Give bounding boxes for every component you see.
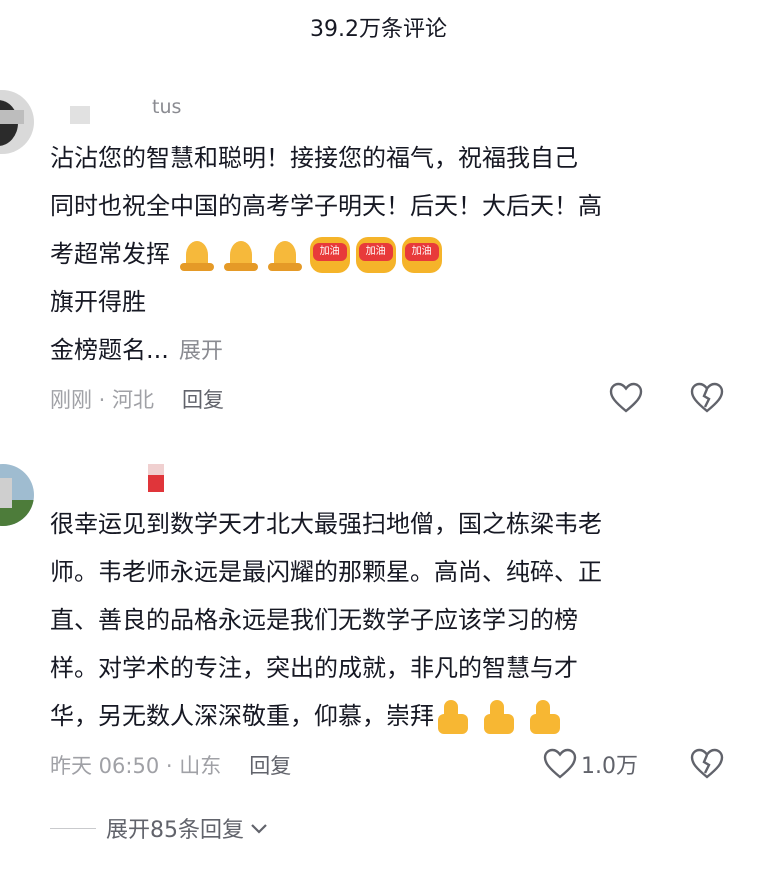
comment-line: 华，另无数人深深敬重，仰慕，崇拜 xyxy=(50,692,730,740)
avatar[interactable] xyxy=(0,90,34,154)
comment-text: 沾沾您的智慧和聪明！接接您的福气，祝福我自己 同时也祝全中国的高考学子明天！后天… xyxy=(50,134,730,376)
heart-outline-icon[interactable] xyxy=(609,382,643,414)
jiayou-emoji-icon: 加油 xyxy=(355,237,396,273)
comment-time-location: 昨天 06:50 · 山东 xyxy=(50,754,222,778)
expand-replies-label: 展开85条回复 xyxy=(106,818,244,843)
reply-button[interactable]: 回复 xyxy=(249,754,291,778)
comment-line-text: 金榜题名... xyxy=(50,336,169,364)
comment-line: 旗开得胜 xyxy=(50,288,146,316)
comment-line: 金榜题名... 展开 xyxy=(50,326,730,376)
thumbs-up-emoji-icon xyxy=(526,698,566,736)
username-redacted xyxy=(148,464,164,492)
pray-emoji-icon xyxy=(222,237,260,273)
broken-heart-icon[interactable] xyxy=(690,382,724,414)
thumbs-up-emoji-icon xyxy=(480,698,520,736)
comment-time-location: 刚刚 · 河北 xyxy=(50,388,155,412)
like-count: 1.0万 xyxy=(581,754,638,779)
username[interactable]: tus xyxy=(152,96,181,118)
jiayou-emoji-icon: 加油 xyxy=(309,237,350,273)
broken-heart-icon[interactable] xyxy=(690,748,724,780)
comment-meta: 昨天 06:50 · 山东 回复 xyxy=(50,750,291,780)
heart-outline-icon xyxy=(543,748,577,779)
jiayou-emoji-icon: 加油 xyxy=(401,237,442,273)
comment-line: 直、善良的品格永远是我们无数学子应该学习的榜 xyxy=(50,606,578,634)
thumbs-up-emoji-icon xyxy=(434,698,474,736)
comment-line: 同时也祝全中国的高考学子明天！后天！大后天！高 xyxy=(50,192,602,220)
expand-text-button[interactable]: 展开 xyxy=(179,339,223,364)
like-button[interactable]: 1.0万 xyxy=(543,748,638,780)
comment-text: 很幸运见到数学天才北大最强扫地僧，国之栋梁韦老 师。韦老师永远是最闪耀的那颗星。… xyxy=(50,500,730,740)
username-redacted xyxy=(70,106,90,124)
divider xyxy=(50,827,96,829)
pray-emoji-icon xyxy=(178,237,216,273)
comment-line: 很幸运见到数学天才北大最强扫地僧，国之栋梁韦老 xyxy=(50,510,602,538)
comment-line: 沾沾您的智慧和聪明！接接您的福气，祝福我自己 xyxy=(50,144,578,172)
avatar[interactable] xyxy=(0,464,34,526)
comment-line-text: 考超常发挥 xyxy=(50,240,170,268)
comment-line: 考超常发挥 加油 加油 加油 xyxy=(50,230,730,278)
expand-replies-button[interactable]: 展开85条回复 xyxy=(50,812,270,844)
comments-header-title: 39.2万条评论 xyxy=(310,17,447,42)
pray-emoji-icon xyxy=(266,237,304,273)
chevron-down-icon xyxy=(251,824,267,834)
comment-line: 师。韦老师永远是最闪耀的那颗星。高尚、纯碎、正 xyxy=(50,558,602,586)
comment-line-text: 华，另无数人深深敬重，仰慕，崇拜 xyxy=(50,702,434,730)
comment-line: 样。对学术的专注，突出的成就，非凡的智慧与才 xyxy=(50,654,578,682)
reply-button[interactable]: 回复 xyxy=(182,388,224,412)
comment-meta: 刚刚 · 河北 回复 xyxy=(50,384,224,414)
